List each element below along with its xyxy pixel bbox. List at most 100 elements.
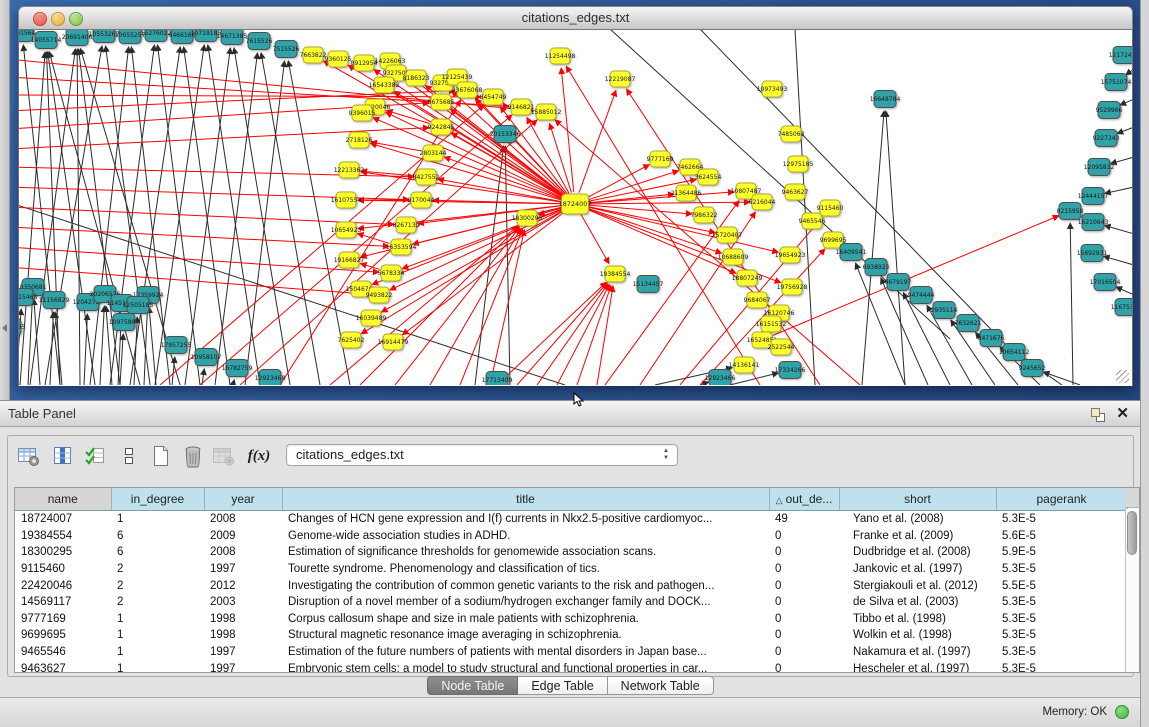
table-cell[interactable]: 49 <box>769 511 839 528</box>
table-cell[interactable]: 0 <box>769 577 839 594</box>
graph-node[interactable]: 7515526 <box>273 41 300 58</box>
select-rows-icon[interactable] <box>82 443 108 469</box>
graph-node[interactable]: 12923466 <box>705 370 736 386</box>
graph-node[interactable]: 11254498 <box>545 48 576 64</box>
graph-node[interactable]: 8912954 <box>351 55 378 71</box>
graph-node[interactable]: 9360125 <box>325 51 352 67</box>
tab-edge-table[interactable]: Edge Table <box>518 676 607 695</box>
graph-node[interactable]: 8471676 <box>978 330 1005 347</box>
graph-node[interactable]: 10654112 <box>999 344 1030 361</box>
table-cell[interactable]: 5.5E-5 <box>996 577 1127 594</box>
graph-node[interactable]: 7663822 <box>300 47 327 63</box>
table-cell[interactable]: 14569117 <box>15 594 111 611</box>
table-row[interactable]: 2242004622012Investigating the contribut… <box>15 577 1127 594</box>
graph-node[interactable]: 10688609 <box>718 249 749 265</box>
table-cell[interactable]: Nakamura et al. (1997) <box>839 644 996 661</box>
table-cell[interactable]: 0 <box>769 528 839 545</box>
graph-node[interactable]: 16210643 <box>1078 214 1109 231</box>
table-cell[interactable]: 9699695 <box>15 627 111 644</box>
graph-node[interactable]: 15751074 <box>1101 74 1132 91</box>
table-cell[interactable]: 5.3E-5 <box>996 561 1127 578</box>
table-cell[interactable]: 1997 <box>204 561 282 578</box>
table-cell[interactable]: de Silva et al. (2003) <box>839 594 996 611</box>
column-header-pagerank[interactable]: pagerank <box>996 488 1127 511</box>
table-cell[interactable]: Tibbo et al. (1998) <box>839 611 996 628</box>
table-vertical-scrollbar[interactable] <box>1125 488 1139 672</box>
graph-node[interactable]: 9396015 <box>349 105 376 121</box>
table-cell[interactable]: 1 <box>111 627 204 644</box>
table-cell[interactable]: Franke et al. (2009) <box>839 528 996 545</box>
graph-node[interactable]: 9777169 <box>647 151 674 167</box>
graph-node[interactable]: 15276022 <box>141 30 172 42</box>
table-cell[interactable]: 5.3E-5 <box>996 644 1127 661</box>
table-cell[interactable]: 18724007 <box>15 511 111 528</box>
graph-node[interactable]: 17016504 <box>1090 274 1121 291</box>
table-row[interactable]: 1830029562008Estimation of significance … <box>15 544 1127 561</box>
table-row[interactable]: 1872400712008Changes of HCN gene express… <box>15 511 1127 528</box>
left-panel-divider[interactable] <box>0 0 10 400</box>
table-cell[interactable]: 5.3E-5 <box>996 611 1127 628</box>
graph-node[interactable]: 17713409 <box>482 372 513 386</box>
graph-node[interactable]: 17334266 <box>775 362 806 379</box>
table-cell[interactable]: Disruption of a novel member of a sodium… <box>282 594 769 611</box>
graph-node[interactable]: 15134457 <box>633 276 664 293</box>
graph-node[interactable]: 19756928 <box>777 279 808 295</box>
graph-node[interactable]: 18300295 <box>512 210 543 226</box>
table-cell[interactable]: Tourette syndrome. Phenomenology and cla… <box>282 561 769 578</box>
graph-node[interactable]: 3624554 <box>695 169 722 185</box>
graph-node[interactable]: 15692931 <box>1077 245 1108 262</box>
column-header-out-de-[interactable]: △out_de... <box>769 488 839 511</box>
graph-node[interactable]: 20153346 <box>490 126 521 143</box>
graph-node[interactable]: 9684067 <box>744 292 771 308</box>
table-cell[interactable]: Stergiakouli et al. (2012) <box>839 577 996 594</box>
graph-node[interactable]: 18724007 <box>558 194 591 214</box>
table-cell[interactable]: 1998 <box>204 627 282 644</box>
table-cell[interactable]: 2003 <box>204 594 282 611</box>
graph-node[interactable]: 8215958 <box>1057 203 1084 220</box>
table-cell[interactable]: Jankovic et al. (1997) <box>839 561 996 578</box>
graph-node[interactable]: 11675345 <box>1111 299 1132 316</box>
table-cell[interactable]: 2 <box>111 577 204 594</box>
graph-node[interactable]: 8267130 <box>393 217 420 233</box>
table-cell[interactable]: 1998 <box>204 611 282 628</box>
graph-node[interactable]: 10654923 <box>331 222 362 238</box>
table-cell[interactable]: 6 <box>111 528 204 545</box>
graph-node[interactable]: 16353594 <box>386 239 417 255</box>
table-cell[interactable]: Genome-wide association studies in ADHD. <box>282 528 769 545</box>
graph-node[interactable]: 16782759 <box>222 360 253 377</box>
graph-node[interactable]: 14055714 <box>31 32 62 49</box>
graph-node[interactable]: 6679197 <box>885 274 912 291</box>
graph-node[interactable]: 12505185 <box>123 297 154 314</box>
table-cell[interactable]: 1997 <box>204 660 282 673</box>
table-cell[interactable]: 5.9E-5 <box>996 544 1127 561</box>
graph-node[interactable]: 7632621 <box>955 315 982 332</box>
table-cell[interactable]: 0 <box>769 594 839 611</box>
table-cell[interactable]: Corpus callosum shape and size in male p… <box>282 611 769 628</box>
graph-node[interactable]: 2522544 <box>768 339 795 355</box>
column-header-year[interactable]: year <box>204 488 282 511</box>
new-file-icon[interactable] <box>148 443 174 469</box>
graph-node[interactable]: 5678334 <box>378 265 405 281</box>
graph-node[interactable]: 2935114 <box>931 302 958 319</box>
graph-node[interactable]: 7485063 <box>778 126 805 142</box>
graph-node[interactable]: 16409541 <box>836 244 867 261</box>
scrollbar-thumb[interactable] <box>1127 511 1137 555</box>
table-cell[interactable]: 1997 <box>204 644 282 661</box>
table-cell[interactable]: Dudbridge et al. (2008) <box>839 544 996 561</box>
table-cell[interactable]: 0 <box>769 611 839 628</box>
graph-node[interactable]: 9170044 <box>408 192 435 208</box>
network-canvas[interactable]: 5401564140557142069140610553267106552571… <box>18 30 1133 386</box>
table-cell[interactable]: 2 <box>111 561 204 578</box>
table-cell[interactable]: 1 <box>111 611 204 628</box>
table-cell[interactable]: Embryonic stem cells: a model to study s… <box>282 660 769 673</box>
minimize-window-button[interactable] <box>51 12 65 26</box>
graph-node[interactable]: 9474444 <box>908 287 935 304</box>
graph-node[interactable]: 9493822 <box>366 287 393 303</box>
right-panel-divider[interactable] <box>1140 0 1149 727</box>
table-cell[interactable]: 0 <box>769 561 839 578</box>
graph-node[interactable]: 7986322 <box>691 207 718 223</box>
table-row[interactable]: 1456911722003Disruption of a novel membe… <box>15 594 1127 611</box>
table-row[interactable]: 977716911998Corpus callosum shape and si… <box>15 611 1127 628</box>
float-panel-icon[interactable] <box>1091 408 1105 421</box>
graph-node[interactable]: 12444157 <box>1078 188 1109 205</box>
